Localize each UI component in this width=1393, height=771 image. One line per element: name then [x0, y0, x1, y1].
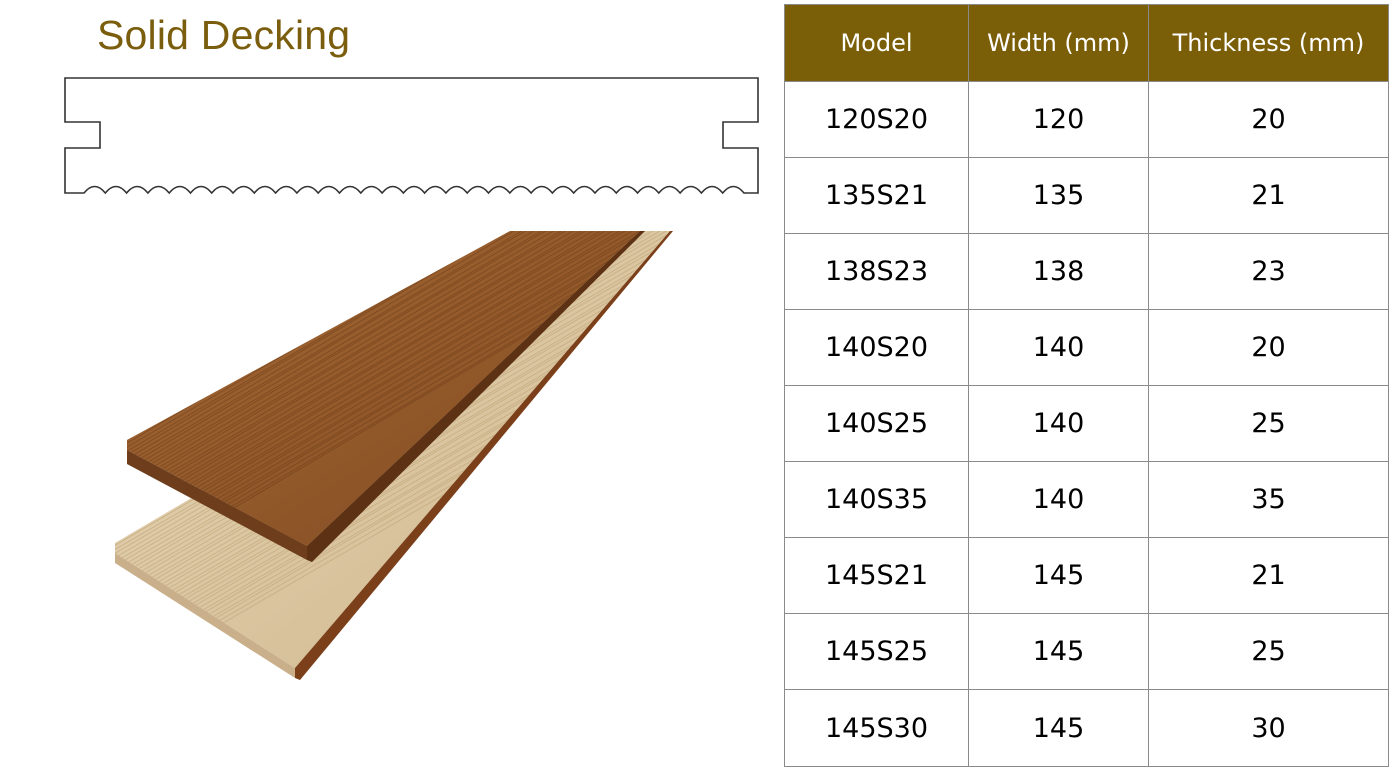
model-cell: 140S35 — [784, 461, 969, 538]
thickness-cell: 30 — [1148, 689, 1389, 767]
table-row: 140S20 140 20 — [784, 309, 1389, 386]
thickness-cell: 21 — [1148, 537, 1389, 614]
thickness-cell: 25 — [1148, 613, 1389, 690]
thickness-cell: 21 — [1148, 157, 1389, 234]
thickness-cell: 20 — [1148, 81, 1389, 158]
width-cell: 145 — [968, 689, 1149, 767]
width-cell: 135 — [968, 157, 1149, 234]
column-header-width: Width (mm) — [968, 4, 1149, 82]
model-cell: 145S30 — [784, 689, 969, 767]
width-cell: 140 — [968, 461, 1149, 538]
thickness-cell: 25 — [1148, 385, 1389, 462]
table-row: 145S25 145 25 — [784, 613, 1389, 690]
spec-table: Model Width (mm) Thickness (mm) 120S20 1… — [784, 4, 1389, 767]
model-cell: 120S20 — [784, 81, 969, 158]
thickness-cell: 23 — [1148, 233, 1389, 310]
table-header-row: Model Width (mm) Thickness (mm) — [784, 4, 1389, 82]
decking-profile-diagram — [64, 77, 759, 195]
table-row: 140S35 140 35 — [784, 461, 1389, 538]
table-row: 120S20 120 20 — [784, 81, 1389, 158]
model-cell: 145S21 — [784, 537, 969, 614]
column-header-thickness: Thickness (mm) — [1148, 4, 1389, 82]
width-cell: 138 — [968, 233, 1149, 310]
table-row: 138S23 138 23 — [784, 233, 1389, 310]
table-row: 145S30 145 30 — [784, 689, 1389, 767]
column-header-model: Model — [784, 4, 969, 82]
thickness-cell: 35 — [1148, 461, 1389, 538]
model-cell: 145S25 — [784, 613, 969, 690]
model-cell: 135S21 — [784, 157, 969, 234]
model-cell: 140S20 — [784, 309, 969, 386]
width-cell: 140 — [968, 309, 1149, 386]
table-row: 140S25 140 25 — [784, 385, 1389, 462]
decking-boards-image — [115, 231, 673, 680]
model-cell: 138S23 — [784, 233, 969, 310]
width-cell: 145 — [968, 613, 1149, 690]
table-row: 135S21 135 21 — [784, 157, 1389, 234]
width-cell: 140 — [968, 385, 1149, 462]
width-cell: 145 — [968, 537, 1149, 614]
table-row: 145S21 145 21 — [784, 537, 1389, 614]
page-title: Solid Decking — [97, 12, 351, 58]
thickness-cell: 20 — [1148, 309, 1389, 386]
width-cell: 120 — [968, 81, 1149, 158]
model-cell: 140S25 — [784, 385, 969, 462]
